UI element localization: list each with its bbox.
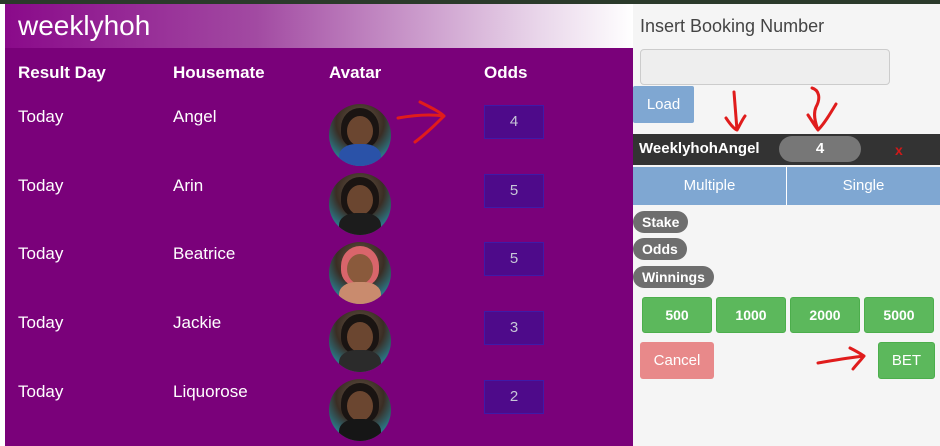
odds-button[interactable]: 4 <box>484 105 544 139</box>
avatar <box>329 242 391 304</box>
housemate-name: Jackie <box>173 313 222 332</box>
housemate-name: Beatrice <box>173 244 236 263</box>
odds-label: Odds <box>633 238 687 260</box>
header-housemate: Housemate <box>173 63 265 82</box>
load-button[interactable]: Load <box>633 86 694 123</box>
tab-multiple[interactable]: Multiple <box>633 167 787 205</box>
remove-selection-icon[interactable]: x <box>895 142 903 158</box>
odds-button[interactable]: 3 <box>484 311 544 345</box>
title-bar: weeklyhoh <box>5 4 633 48</box>
odds-button[interactable]: 5 <box>484 174 544 208</box>
avatar <box>329 310 391 372</box>
header-avatar: Avatar <box>329 63 382 82</box>
stake-5000-button[interactable]: 5000 <box>864 297 934 333</box>
stake-500-button[interactable]: 500 <box>642 297 712 333</box>
page-title: weeklyhoh <box>18 10 151 41</box>
stake-label: Stake <box>633 211 689 233</box>
header-odds: Odds <box>484 63 528 82</box>
housemate-name: Arin <box>173 176 204 195</box>
result-day-cell: Today <box>18 382 64 401</box>
cancel-button[interactable]: Cancel <box>640 342 714 379</box>
result-day-cell: Today <box>18 176 64 195</box>
header-result-day: Result Day <box>18 63 106 82</box>
housemate-name: Angel <box>173 107 217 126</box>
tab-single[interactable]: Single <box>787 167 940 205</box>
result-day-cell: Today <box>18 313 64 332</box>
stake-1000-button[interactable]: 1000 <box>716 297 786 333</box>
result-day-cell: Today <box>18 107 64 126</box>
booking-number-label: Insert Booking Number <box>640 16 825 36</box>
panel-gutter <box>0 4 5 446</box>
selection-name: WeeklyhohAngel <box>639 140 760 157</box>
result-day-cell: Today <box>18 244 64 263</box>
avatar <box>329 173 391 235</box>
odds-button[interactable]: 5 <box>484 242 544 276</box>
avatar <box>329 104 391 166</box>
bet-button[interactable]: BET <box>878 342 935 379</box>
winnings-label: Winnings <box>633 266 714 288</box>
odds-button[interactable]: 2 <box>484 380 544 414</box>
betslip-selection: WeeklyhohAngel 4 x <box>633 134 940 165</box>
avatar <box>329 379 391 441</box>
selection-odds: 4 <box>779 136 861 162</box>
housemate-name: Liquorose <box>173 382 248 401</box>
booking-number-input[interactable] <box>640 49 890 85</box>
stake-2000-button[interactable]: 2000 <box>790 297 860 333</box>
